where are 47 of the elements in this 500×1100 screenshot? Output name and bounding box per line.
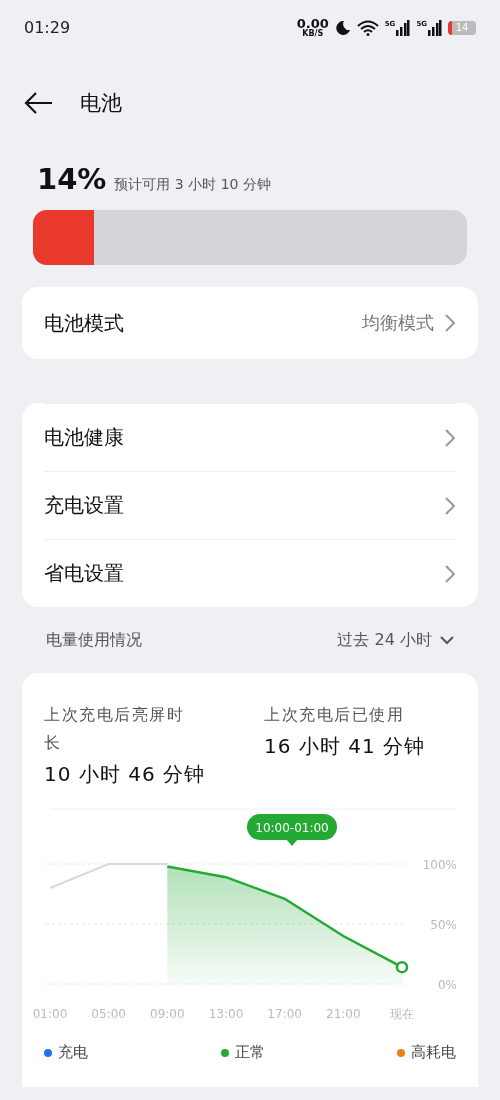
- chart-tooltip: 10:00-01:00: [247, 814, 337, 846]
- x-axis-label: 21:00: [326, 1007, 361, 1021]
- mode-value: 均衡模式: [362, 311, 434, 335]
- x-axis-label: 17:00: [267, 1007, 302, 1021]
- settings-row[interactable]: 电池健康: [44, 403, 456, 471]
- wifi-icon: [356, 19, 379, 36]
- time-range-dropdown[interactable]: 过去 24 小时: [337, 629, 454, 651]
- network-speed: 0.00: [296, 17, 329, 30]
- chevron-right-icon: [444, 313, 456, 333]
- stat-label: 上次充电后亮屏时长: [44, 704, 185, 754]
- legend-label: 正常: [234, 1043, 265, 1062]
- legend-label: 充电: [58, 1043, 88, 1062]
- signal-icon: [396, 19, 411, 36]
- settings-row[interactable]: 充电设置: [44, 471, 456, 539]
- battery-indicator: 14: [448, 20, 476, 35]
- chevron-right-icon: [444, 495, 456, 516]
- page-title: 电池: [80, 89, 122, 117]
- x-axis-label: 13:00: [208, 1007, 244, 1021]
- x-axis-label: 05:00: [91, 1007, 126, 1021]
- section-title: 电量使用情况: [46, 629, 143, 651]
- chevron-right-icon: [444, 563, 456, 584]
- x-axis-label: 01:00: [32, 1007, 68, 1021]
- stat-label: 上次充电后已使用: [264, 704, 405, 726]
- signal-icon: [428, 19, 442, 36]
- row-label: 充电设置: [44, 492, 125, 519]
- row-label: 电池模式: [44, 309, 125, 337]
- row-label: 电池健康: [44, 424, 125, 451]
- time-remaining: 预计可用 3 小时 10 分钟: [114, 176, 271, 194]
- x-axis-label: 09:00: [150, 1007, 185, 1021]
- chevron-right-icon: [444, 427, 456, 448]
- moon-icon: [334, 19, 351, 36]
- x-axis-label: 现在: [390, 1007, 414, 1021]
- settings-row[interactable]: 省电设置: [44, 539, 456, 607]
- legend-label: 高耗电: [411, 1043, 456, 1062]
- current-point: [395, 960, 409, 974]
- row-label: 省电设置: [44, 560, 125, 587]
- y-axis-label: 50%: [430, 918, 456, 932]
- battery-percentage: 14%: [37, 162, 107, 196]
- y-axis-label: 0%: [437, 978, 456, 992]
- stat-value: 16 小时 41 分钟: [264, 733, 426, 760]
- speed-unit: KB/S: [302, 30, 324, 38]
- battery-mode-row[interactable]: 电池模式 均衡模式: [22, 287, 478, 359]
- stat-value: 10 小时 46 分钟: [44, 761, 206, 788]
- chevron-down-icon: [440, 635, 454, 645]
- y-axis-label: 100%: [422, 858, 456, 872]
- clock: 01:29: [24, 18, 71, 37]
- back-icon[interactable]: [24, 90, 54, 115]
